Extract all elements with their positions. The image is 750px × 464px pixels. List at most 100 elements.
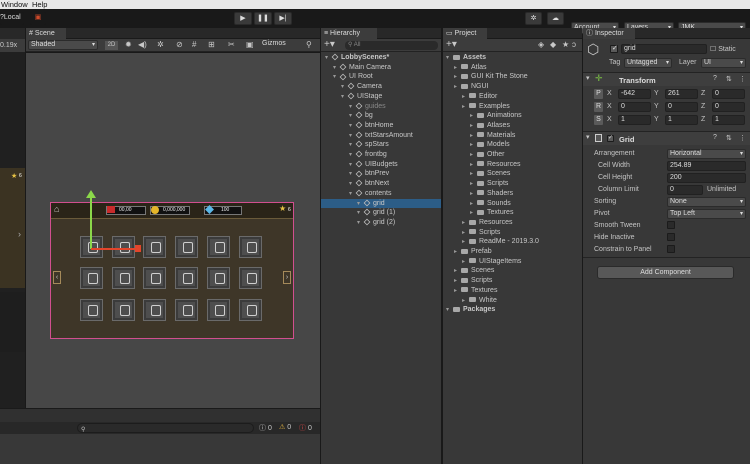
project-item[interactable]: ▸ Scenes [443,266,582,276]
search-icon[interactable]: ⚲ [306,40,312,49]
hierarchy-item[interactable]: ▾ txtStarsAmount [321,131,441,141]
project-item[interactable]: ▸ Models [443,140,582,150]
project-item[interactable]: ▸ Sounds [443,199,582,209]
stage-cell[interactable] [112,236,135,258]
hierarchy-item[interactable]: ▾ UIBudgets [321,160,441,170]
tab-hierarchy[interactable]: ≡ Hierarchy [321,28,377,39]
tools-icon[interactable]: ✂ [228,40,235,49]
stage-cell[interactable] [175,267,198,289]
ui-stage-frame[interactable]: ⌂ 00,00 0,000,000 100 ★ 6 ‹ › [50,190,294,339]
foldout-icon[interactable]: ▾ [586,74,590,82]
console-warning-count[interactable]: ⚠ 0 [279,423,291,431]
console-error-count[interactable]: ⓘ 0 [299,423,312,433]
game-scale[interactable]: 0.19x [0,39,25,52]
stage-cell[interactable] [112,299,135,321]
step-button[interactable]: ▶| [274,12,292,25]
arrangement-dropdown[interactable]: Horizontal [667,149,746,159]
project-item[interactable]: ▸ GUI Kit The Stone [443,72,582,82]
project-item[interactable]: ▸ Other [443,150,582,160]
transform-x-field[interactable]: 0 [618,102,651,112]
hide-inactive-checkbox[interactable] [667,233,675,241]
project-item[interactable]: ▾ Assets [443,53,582,63]
project-item[interactable]: ▸ Examples [443,102,582,112]
help-icon[interactable]: ? [713,134,717,141]
pause-button[interactable]: ❚❚ [254,12,272,25]
stage-cell[interactable] [80,299,103,321]
add-icon[interactable]: +▾ [324,39,335,50]
filter-icon[interactable]: ◈ [538,40,544,49]
sorting-dropdown[interactable]: None [667,197,746,207]
layer-dropdown[interactable]: UI [701,58,746,68]
stage-cell[interactable] [207,299,230,321]
object-name-field[interactable]: grid [621,44,707,54]
preset-icon[interactable]: ⇅ [726,134,732,142]
stage-cell[interactable] [207,236,230,258]
menu-help[interactable]: Help [32,0,47,9]
effects-icon[interactable]: ✲ [157,40,164,49]
gizmo-y-axis[interactable] [90,195,92,249]
transform-y-field[interactable]: 261 [665,89,698,99]
hierarchy-item[interactable]: ▾ Main Camera [321,63,441,73]
project-item[interactable]: ▸ Textures [443,208,582,218]
project-item[interactable]: ▸ NGUI [443,82,582,92]
hierarchy-item[interactable]: ▾ bg [321,111,441,121]
project-item[interactable]: ▸ Materials [443,131,582,141]
tag-dropdown[interactable]: Untagged [624,58,672,68]
hierarchy-item[interactable]: ▾ grid [321,198,441,209]
stage-cell[interactable] [80,236,103,258]
shading-dropdown[interactable]: Shaded [28,40,98,50]
project-item[interactable]: ▸ Scripts [443,276,582,286]
hierarchy-item[interactable]: ▾ btnPrev [321,169,441,179]
hierarchy-item[interactable]: ▾ LobbyScenes* [321,53,441,63]
tab-inspector[interactable]: ⓘ Inspector [583,28,635,39]
foldout-icon[interactable]: ▾ [586,133,590,141]
tab-scene[interactable]: # Scene [26,28,66,39]
gizmo-x-handle-icon[interactable] [135,245,141,252]
camera-icon[interactable]: ▣ [246,40,254,49]
grid-component-header[interactable]: ▾ ✓ Grid ? ⇅ ⋮ [583,132,750,145]
cell-width-field[interactable]: 254.89 [667,161,746,171]
local-toggle[interactable]: ?Local [0,12,24,25]
transform-y-field[interactable]: 0 [665,102,698,112]
hidden-packages-icon[interactable]: ↄ [572,40,576,49]
audio-icon[interactable]: ◀) [138,40,147,49]
next-arrow-icon[interactable]: › [283,271,291,284]
column-limit-field[interactable]: 0 [667,185,703,195]
stage-cell[interactable] [143,236,166,258]
stage-cell[interactable] [112,267,135,289]
cloud-icon[interactable]: ☁ [547,12,564,25]
hierarchy-item[interactable]: ▾ UIStage [321,92,441,102]
grid-enabled-checkbox[interactable]: ✓ [607,135,614,142]
hierarchy-item[interactable]: ▾ UI Root [321,72,441,82]
transform-x-field[interactable]: 1 [618,115,651,125]
stage-cell[interactable] [239,299,262,321]
collab-icon[interactable]: ✲ [525,12,542,25]
hierarchy-item[interactable]: ▾ grid (2) [321,218,441,228]
tab-project[interactable]: ▭ Project [443,28,487,39]
project-item[interactable]: ▸ Scripts [443,228,582,238]
project-item[interactable]: ▸ UIStageItems [443,257,582,267]
stage-cell[interactable] [239,236,262,258]
stage-cell[interactable] [143,267,166,289]
console-info-count[interactable]: ⓘ 0 [259,423,272,433]
menu-window[interactable]: Window [1,0,28,9]
hierarchy-item[interactable]: ▾ spStars [321,140,441,150]
project-item[interactable]: ▸ Atlas [443,63,582,73]
gizmo-y-arrow-icon[interactable] [86,190,96,198]
transform-key[interactable]: P [594,89,603,99]
stage-cell[interactable] [175,236,198,258]
transform-z-field[interactable]: 0 [712,102,745,112]
console-search-input[interactable]: ⚲ [77,423,254,433]
active-checkbox[interactable]: ✓ [610,45,618,53]
hierarchy-item[interactable]: ▾ Camera [321,82,441,92]
play-button[interactable]: ▶ [234,12,252,25]
pivot-dropdown[interactable]: Top Left [667,209,746,219]
stage-cell[interactable] [175,299,198,321]
hierarchy-item[interactable]: ▾ contents [321,189,441,199]
hierarchy-item[interactable]: ▾ btnHome [321,121,441,131]
hierarchy-item[interactable]: ▾ guides [321,102,441,112]
add-component-button[interactable]: Add Component [597,266,734,279]
preset-icon[interactable]: ⇅ [726,75,732,83]
project-item[interactable]: ▸ Textures [443,286,582,296]
more-icon[interactable]: ⋮ [739,75,746,83]
